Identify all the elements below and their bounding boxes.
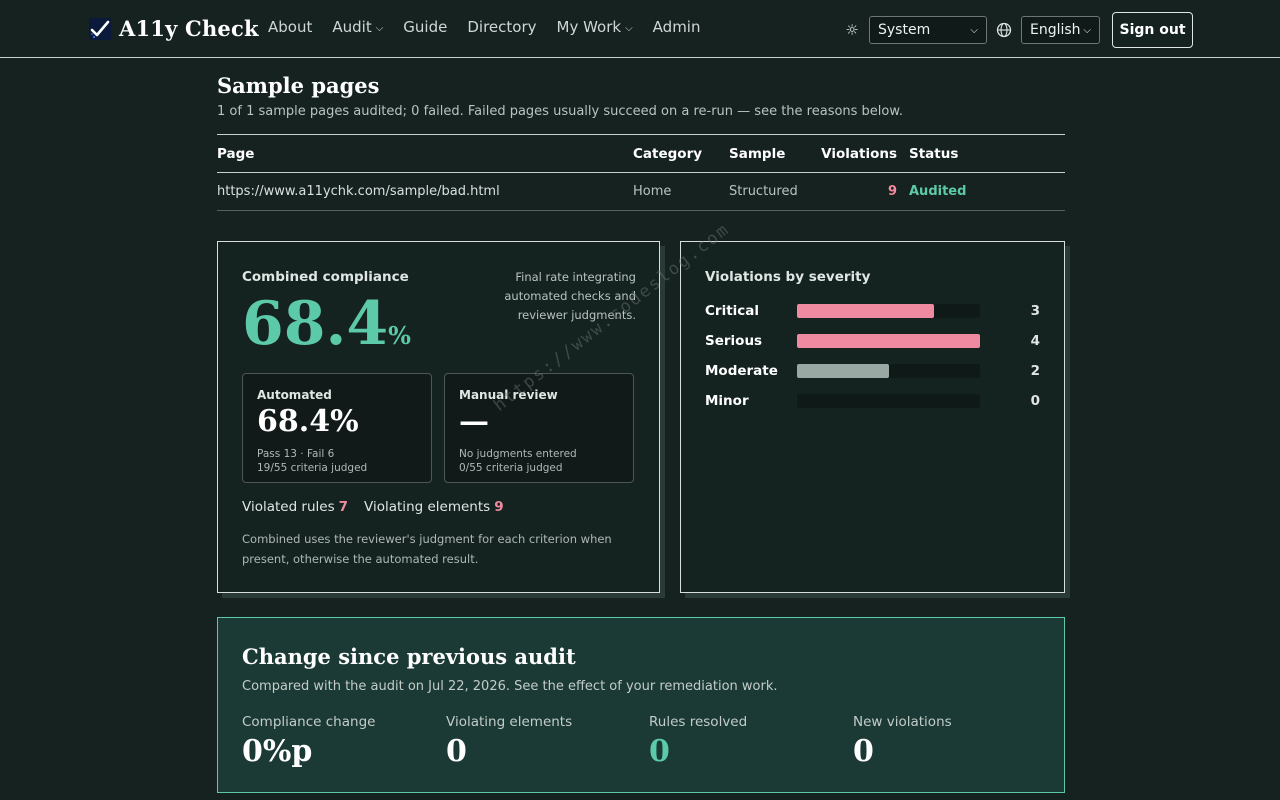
header-tools: ☼ System ⌵ English ⌵ Sign out bbox=[843, 12, 1193, 48]
change-title: Change since previous audit bbox=[242, 644, 576, 669]
nav-audit[interactable]: Audit ⌵ bbox=[332, 18, 383, 36]
chevron-down-icon: ⌵ bbox=[1083, 24, 1091, 36]
main-nav: About Audit ⌵ Guide Directory My Work ⌵ Ad… bbox=[268, 18, 700, 36]
column-header-sample: Sample bbox=[729, 145, 786, 162]
column-header-category: Category bbox=[633, 145, 703, 162]
severity-count: 4 bbox=[1030, 333, 1040, 349]
checkmark-logo-icon bbox=[89, 17, 111, 40]
column-header-status: Status bbox=[909, 145, 959, 162]
brand-home-link[interactable]: A11y Check bbox=[89, 16, 259, 41]
severity-label: Serious bbox=[705, 333, 763, 349]
column-header-page: Page bbox=[217, 145, 255, 162]
severity-title: Violations by severity bbox=[705, 269, 871, 285]
change-since-previous-audit: Change since previous audit Compared wit… bbox=[217, 617, 1065, 793]
chevron-down-icon: ⌵ bbox=[375, 22, 384, 34]
severity-bar-fill bbox=[797, 364, 889, 378]
compliance-card: Combined compliance Final rate integrati… bbox=[217, 241, 660, 593]
page-status-badge: Audited bbox=[909, 184, 967, 199]
sample-pages-table: Page Category Sample Violations Status h… bbox=[217, 134, 1065, 211]
sign-out-button[interactable]: Sign out bbox=[1112, 12, 1193, 48]
chevron-down-icon: ⌵ bbox=[970, 24, 978, 36]
sun-icon: ☼ bbox=[845, 21, 859, 39]
severity-count: 3 bbox=[1030, 303, 1040, 319]
severity-label: Minor bbox=[705, 393, 749, 409]
sample-pages-subtitle: 1 of 1 sample pages audited; 0 failed. F… bbox=[217, 104, 903, 119]
severity-label: Moderate bbox=[705, 363, 778, 379]
page-url-link[interactable]: https://www.a11ychk.com/sample/bad.html bbox=[217, 184, 633, 199]
nav-admin[interactable]: Admin bbox=[653, 18, 701, 36]
severity-bar-track bbox=[797, 394, 980, 408]
severity-bar-fill bbox=[797, 304, 934, 318]
page-sample-type: Structured bbox=[729, 184, 798, 199]
metric-rules-resolved: Rules resolved 0 bbox=[649, 714, 748, 769]
severity-row-moderate: Moderate 2 bbox=[705, 363, 1040, 379]
chevron-down-icon: ⌵ bbox=[625, 22, 633, 34]
globe-icon bbox=[995, 21, 1013, 39]
severity-row-minor: Minor 0 bbox=[705, 393, 1040, 409]
table-row: https://www.a11ychk.com/sample/bad.html … bbox=[217, 173, 1065, 211]
nav-guide[interactable]: Guide bbox=[403, 18, 447, 36]
metric-compliance-change: Compliance change 0%p bbox=[242, 714, 376, 769]
sample-pages-title: Sample pages bbox=[217, 73, 380, 98]
severity-bar-track bbox=[797, 364, 980, 378]
combined-compliance-rate: 68.4% bbox=[242, 289, 411, 359]
violation-counts: Violated rules 7 Violating elements 9 bbox=[242, 499, 504, 515]
table-header-row: Page Category Sample Violations Status bbox=[217, 135, 1065, 173]
metric-violating-elements: Violating elements 0 bbox=[446, 714, 573, 769]
manual-review-box: Manual review — No judgments entered 0/5… bbox=[444, 373, 634, 483]
nav-about[interactable]: About bbox=[268, 18, 312, 36]
theme-select[interactable]: System ⌵ bbox=[869, 16, 987, 44]
severity-count: 0 bbox=[1030, 393, 1040, 409]
severity-count: 2 bbox=[1030, 363, 1040, 379]
severity-bar-track bbox=[797, 304, 980, 318]
page-category: Home bbox=[633, 184, 672, 199]
brand-name: A11y Check bbox=[119, 16, 259, 41]
automated-rate-box: Automated 68.4% Pass 13 · Fail 6 19/55 c… bbox=[242, 373, 432, 483]
automated-rate-value: 68.4% bbox=[257, 404, 359, 439]
column-header-violations: Violations bbox=[821, 145, 897, 162]
language-select[interactable]: English ⌵ bbox=[1021, 16, 1100, 44]
page-violations-count: 9 bbox=[887, 184, 897, 199]
severity-row-serious: Serious 4 bbox=[705, 333, 1040, 349]
manual-review-value: — bbox=[459, 404, 489, 439]
compliance-footnote: Combined uses the reviewer's judgment fo… bbox=[242, 532, 612, 566]
severity-bar-fill bbox=[797, 334, 980, 348]
nav-my-work[interactable]: My Work ⌵ bbox=[557, 18, 633, 36]
severity-card: Violations by severity Critical 3 Serious 4… bbox=[680, 241, 1065, 593]
metric-new-violations: New violations 0 bbox=[853, 714, 952, 769]
violating-elements-count: Violating elements 9 bbox=[364, 499, 504, 515]
severity-row-critical: Critical 3 bbox=[705, 303, 1040, 319]
top-navigation-bar: A11y Check About Audit ⌵ Guide Directory … bbox=[0, 0, 1280, 58]
change-subtitle: Compared with the audit on Jul 22, 2026.… bbox=[242, 679, 778, 694]
severity-bar-track bbox=[797, 334, 980, 348]
nav-directory[interactable]: Directory bbox=[467, 18, 536, 36]
severity-label: Critical bbox=[705, 303, 760, 319]
compliance-title: Combined compliance bbox=[242, 269, 409, 285]
violated-rules-count: Violated rules 7 bbox=[242, 499, 349, 515]
